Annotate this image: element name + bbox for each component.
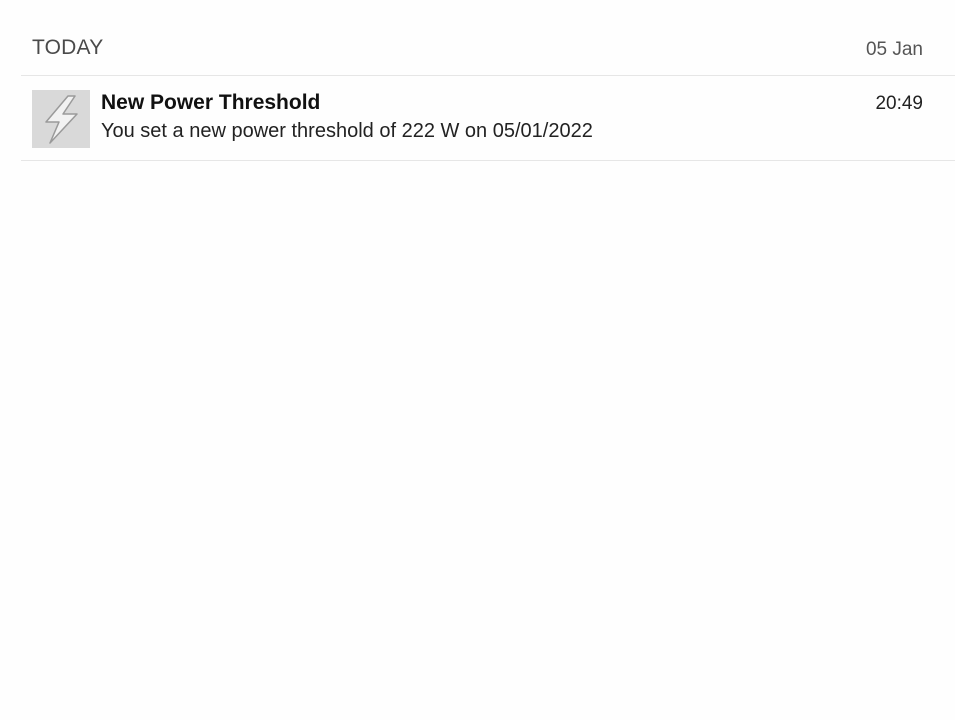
notification-title: New Power Threshold bbox=[101, 91, 321, 114]
notification-time: 20:49 bbox=[875, 93, 923, 114]
section-date: 05 Jan bbox=[865, 39, 923, 60]
section-header: TODAY 05 Jan bbox=[21, 0, 955, 76]
notification-body: You set a new power threshold of 222 W o… bbox=[101, 120, 593, 142]
lightning-bolt-icon bbox=[32, 90, 90, 148]
section-title: TODAY bbox=[32, 36, 104, 59]
notification-item[interactable]: New Power Threshold 20:49 You set a new … bbox=[21, 76, 955, 161]
